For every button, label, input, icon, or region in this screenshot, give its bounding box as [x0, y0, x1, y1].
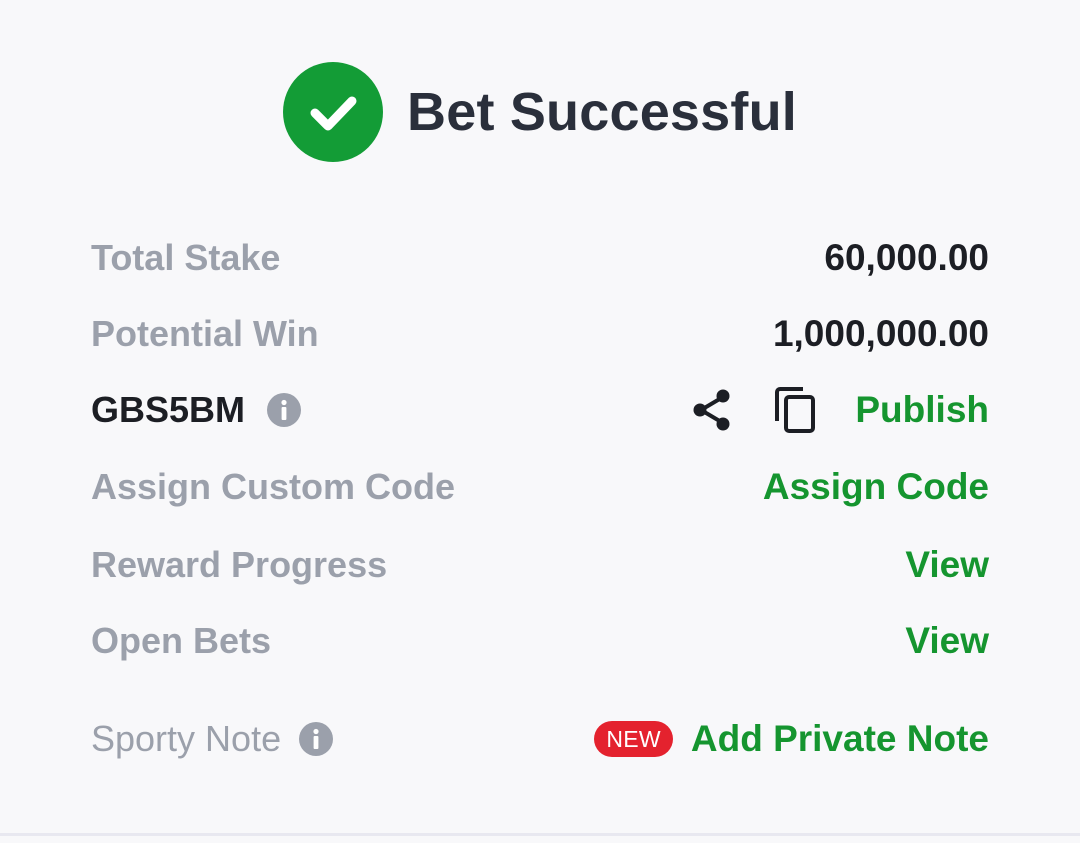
booking-code-row: GBS5BM Publish [91, 380, 989, 440]
booking-code-group: GBS5BM [91, 389, 302, 431]
check-circle-icon [283, 62, 384, 162]
assign-code-button[interactable]: Assign Code [763, 466, 989, 508]
reward-progress-view-button[interactable]: View [905, 544, 989, 586]
reward-progress-row: Reward Progress View [91, 535, 989, 595]
total-stake-row: Total Stake 60,000.00 [91, 228, 989, 288]
bottom-divider [0, 833, 1080, 836]
info-icon[interactable] [267, 393, 302, 427]
open-bets-row: Open Bets View [91, 611, 989, 671]
success-header: Bet Successful [0, 62, 1080, 162]
reward-progress-label: Reward Progress [91, 544, 388, 585]
share-icon[interactable] [691, 387, 733, 433]
private-note-actions: NEW Add Private Note [594, 718, 989, 760]
sporty-note-group: Sporty Note [91, 718, 334, 760]
total-stake-label: Total Stake [91, 237, 281, 278]
copy-icon[interactable] [773, 386, 817, 434]
new-badge: NEW [594, 721, 673, 757]
info-icon[interactable] [299, 722, 334, 756]
custom-code-row: Assign Custom Code Assign Code [91, 457, 989, 517]
sporty-note-label: Sporty Note [91, 718, 282, 759]
publish-button[interactable]: Publish [855, 389, 989, 431]
booking-code: GBS5BM [91, 389, 246, 430]
booking-code-actions: Publish [691, 386, 989, 434]
add-private-note-button[interactable]: Add Private Note [691, 718, 989, 760]
total-stake-value: 60,000.00 [824, 237, 989, 278]
potential-win-row: Potential Win 1,000,000.00 [91, 304, 989, 364]
page-title: Bet Successful [407, 82, 797, 142]
custom-code-label: Assign Custom Code [91, 466, 456, 507]
potential-win-label: Potential Win [91, 313, 319, 354]
sporty-note-row: Sporty Note NEW Add Private Note [91, 709, 989, 769]
potential-win-value: 1,000,000.00 [772, 313, 989, 354]
open-bets-label: Open Bets [91, 620, 272, 661]
open-bets-view-button[interactable]: View [905, 620, 989, 662]
